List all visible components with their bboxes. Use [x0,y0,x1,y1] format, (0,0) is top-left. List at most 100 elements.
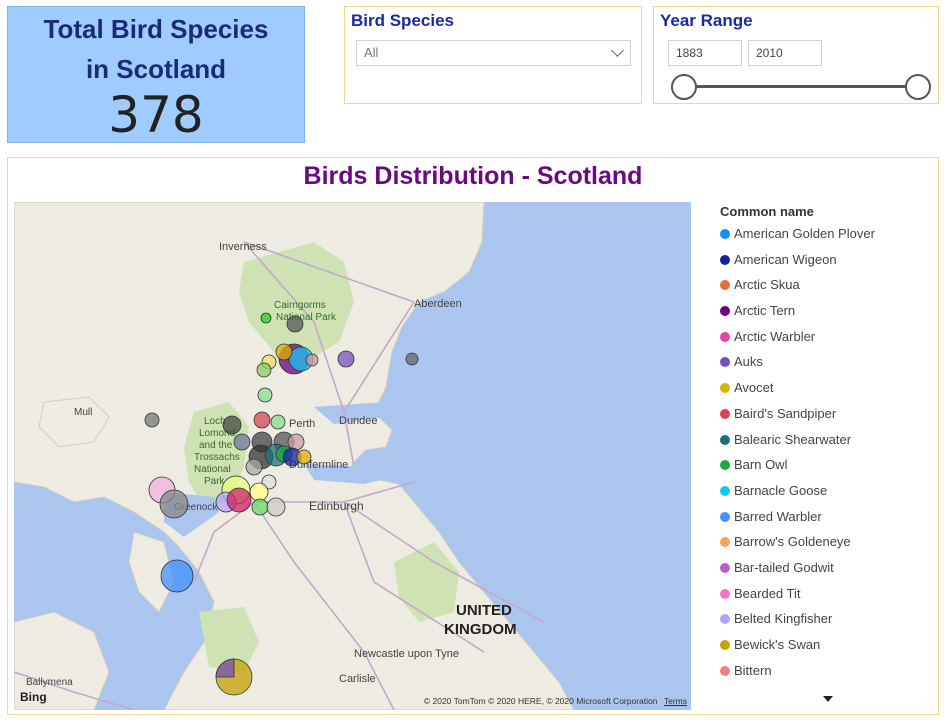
label-uk-1: UNITED [456,602,512,619]
marker [159,489,189,519]
label-edinburgh: Edinburgh [309,499,364,513]
label-inverness: Inverness [219,241,267,253]
marker [233,433,251,451]
legend-item[interactable]: Barrow's Goldeneye [720,532,930,558]
chevron-down-icon [611,44,624,57]
legend-color-dot [720,588,730,599]
legend-color-dot [720,383,730,394]
copyright-text: © 2020 TomTom © 2020 HERE, © 2020 Micros… [423,696,658,706]
legend-item[interactable]: Bar-tailed Godwit [720,558,930,584]
legend-color-dot [720,511,730,522]
map-copyright: © 2020 TomTom © 2020 HERE, © 2020 Micros… [424,696,687,706]
legend-color-dot [720,640,730,650]
legend-item[interactable]: American Wigeon [720,250,930,276]
marker [296,449,312,465]
bird-species-dropdown[interactable]: All [356,40,631,66]
legend: Common name American Golden Plover Americ… [720,204,930,686]
bird-species-header: Bird Species [351,11,454,30]
legend-item-label: Barn Owl [734,457,788,473]
legend-item-label: Baird's Sandpiper [734,405,837,421]
label-loch-1: Loch [204,416,226,427]
card-title-line1: Total Bird Species [43,14,269,44]
legend-item-label: Bar-tailed Godwit [734,559,834,575]
bird-species-selected: All [364,45,379,60]
marker [405,352,419,366]
label-loch-6: Park [204,476,226,487]
legend-item-label: Arctic Warbler [734,328,816,344]
year-end-input[interactable]: 2010 [748,40,822,66]
card-title-line2: in Scotland [85,54,227,84]
bird-species-slicer: Bird Species All [344,6,642,104]
legend-item-label: Auks [734,354,763,370]
marker [286,315,304,333]
legend-color-dot [720,665,730,676]
legend-item-label: Arctic Skua [734,277,800,293]
label-cairngorms-2: National Park [276,312,337,323]
legend-item[interactable]: Arctic Skua [720,275,930,301]
legend-color-dot [720,306,730,317]
legend-color-dot [720,485,730,496]
legend-item[interactable]: Belted Kingfisher [720,609,930,635]
legend-item[interactable]: Arctic Tern [720,301,930,327]
scotland-map[interactable]: Inverness Aberdeen Cairngorms National P… [14,202,691,710]
legend-item[interactable]: Baird's Sandpiper [720,404,930,430]
label-perth: Perth [289,418,315,430]
map-title: Birds Distribution - Scotland [303,162,643,190]
legend-item-label: Bearded Tit [734,585,801,601]
label-cairngorms-1: Cairngorms [274,300,326,311]
year-range-track[interactable] [683,85,918,88]
legend-item[interactable]: Bittern [720,661,930,687]
legend-color-dot [720,331,730,342]
legend-item-label: Bewick's Swan [734,637,821,652]
marker [160,559,194,593]
year-start-input[interactable]: 1883 [668,40,742,66]
legend-item[interactable]: Barred Warbler [720,507,930,533]
total-species-card: Total Bird Species in Scotland 378 [7,6,305,143]
marker [275,343,293,361]
marker [249,482,269,502]
legend-item[interactable]: Arctic Warbler [720,327,930,353]
legend-title: Common name [720,204,814,219]
legend-scroll-down-icon[interactable] [823,696,833,702]
marker [144,412,160,428]
legend-item-label: American Wigeon [734,251,837,267]
legend-color-dot [720,434,730,445]
marker [287,433,305,451]
legend-item[interactable]: Bearded Tit [720,584,930,610]
legend-color-dot [720,537,730,548]
label-loch-4: Trossachs [194,452,240,463]
legend-item-label: American Golden Plover [734,226,875,241]
terms-link[interactable]: Terms [664,696,687,706]
legend-item[interactable]: Barnacle Goose [720,481,930,507]
label-uk-2: KINGDOM [444,621,517,638]
map-canvas: Inverness Aberdeen Cairngorms National P… [14,202,575,710]
legend-item-label: Belted Kingfisher [734,611,833,627]
year-end-handle[interactable] [905,74,931,100]
legend-item[interactable]: American Golden Plover [720,224,930,250]
legend-item-label: Barrow's Goldeneye [734,534,851,550]
marker [222,415,242,435]
legend-item-label: Bittern [734,662,772,678]
legend-item[interactable]: Auks [720,352,930,378]
legend-item[interactable]: Bewick's Swan [720,635,930,661]
legend-item-label: Arctic Tern [734,303,796,319]
legend-item-label: Balearic Shearwater [734,431,852,447]
legend-item[interactable]: Avocet [720,378,930,404]
marker [260,312,272,324]
legend-item-label: Barred Warbler [734,508,822,524]
legend-color-dot [720,614,730,625]
year-range-slicer: Year Range 1883 2010 [653,6,939,104]
marker [226,487,252,513]
marker [337,350,355,368]
year-start-handle[interactable] [671,74,697,100]
legend-item[interactable]: Barn Owl [720,455,930,481]
legend-color-dot [720,460,730,471]
label-loch-3: and the [199,440,233,451]
marker [305,353,319,367]
legend-color-dot [720,562,730,573]
legend-item[interactable]: Balearic Shearwater [720,430,930,456]
map-visual: Birds Distribution - Scotland Inverness … [7,157,939,715]
bing-logo: Bing [20,690,47,704]
total-species-value: 378 [108,86,204,144]
legend-color-dot [720,280,730,291]
